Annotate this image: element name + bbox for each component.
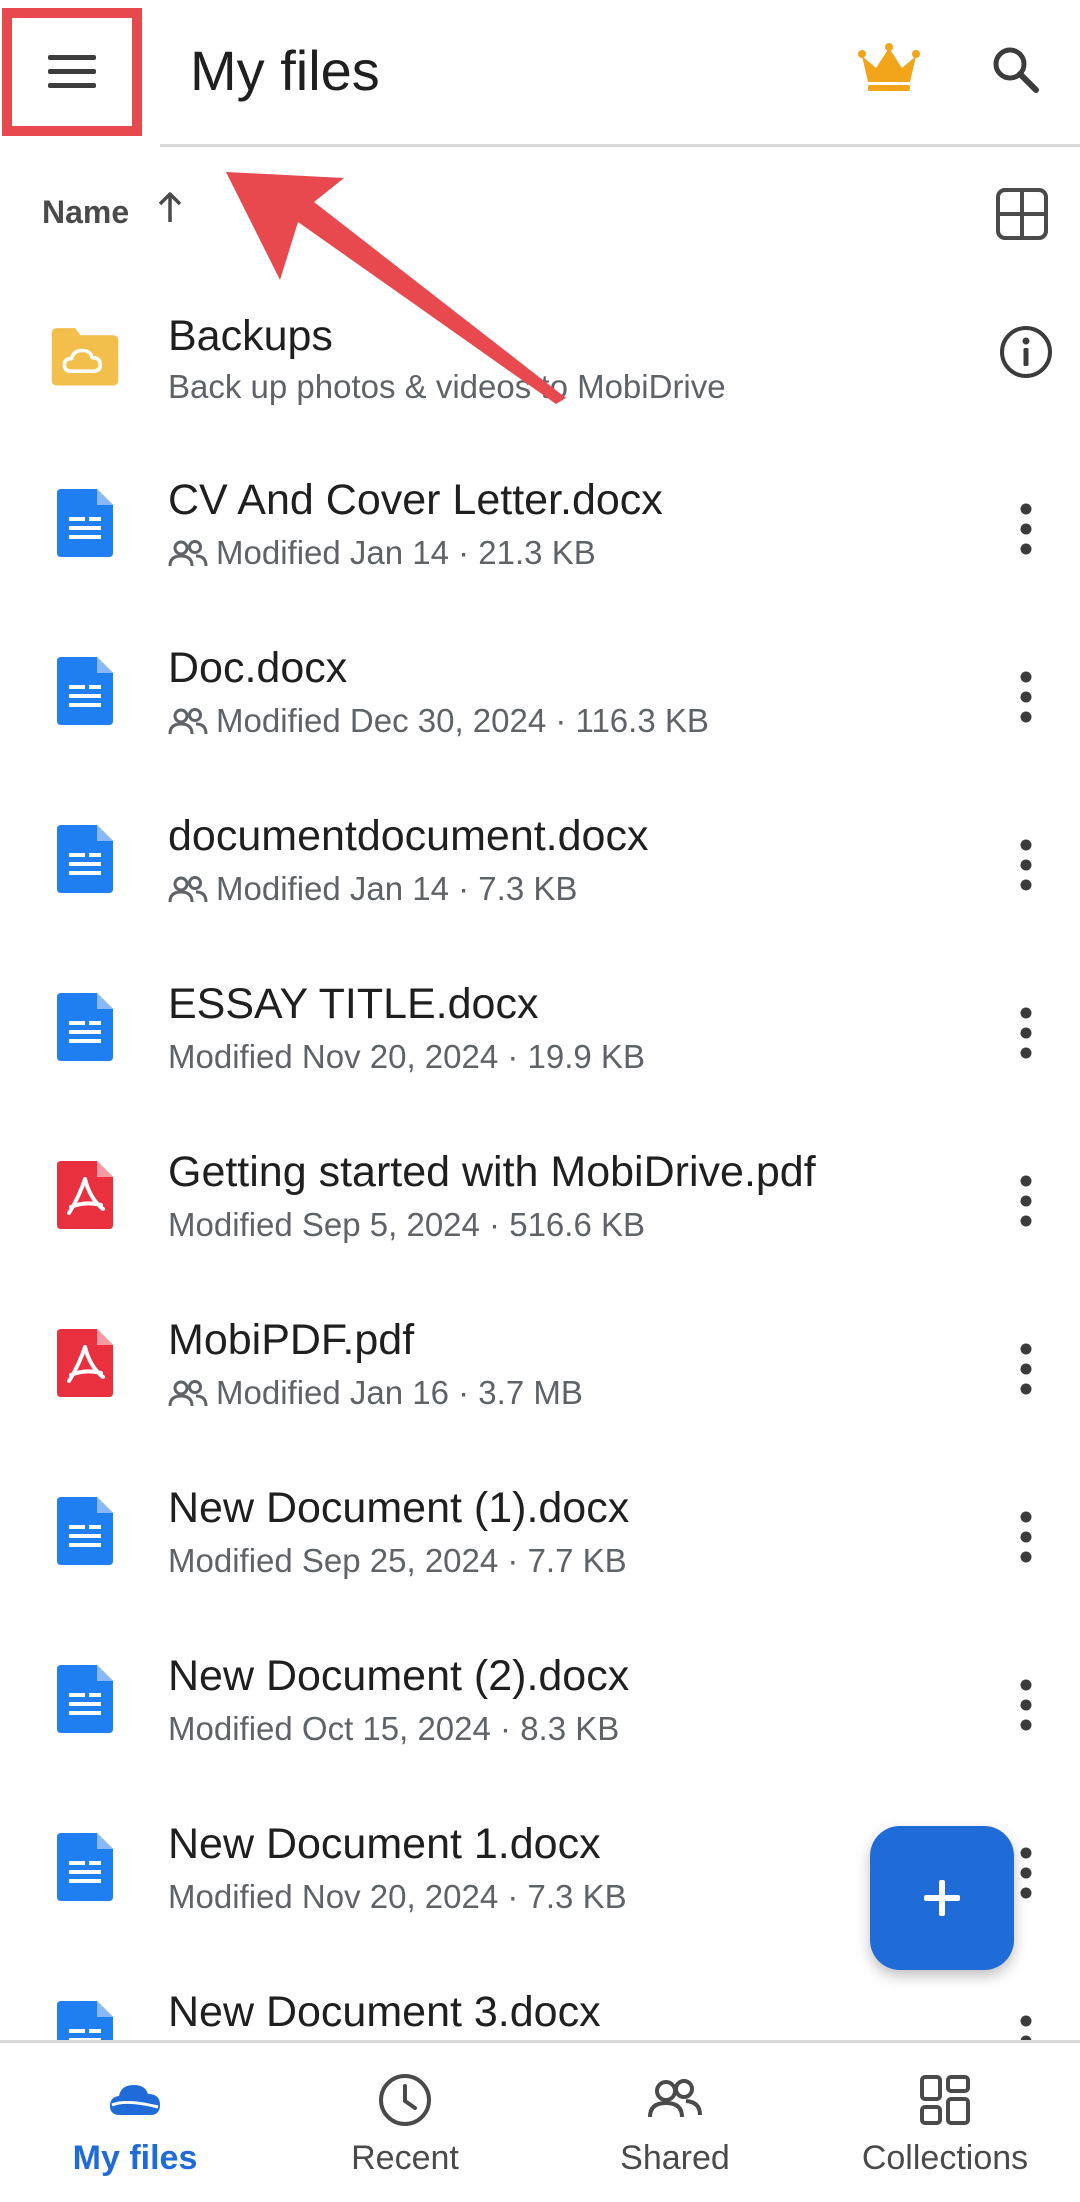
file-meta: Modified Dec 30, 2024 · 116.3 KB — [168, 702, 709, 740]
file-name: New Document 1.docx — [168, 1820, 601, 1868]
file-meta: Modified Oct 15, 2024 · 8.3 KB — [168, 1710, 619, 1748]
crown-icon[interactable] — [858, 42, 920, 92]
people-icon — [648, 2079, 702, 2118]
file-meta: Modified Jan 14 · 7.3 KB — [168, 870, 577, 908]
file-meta-text: Modified Oct 15, 2024 · 8.3 KB — [168, 1710, 620, 1747]
file-row[interactable]: Getting started with MobiDrive.pdf Modifi… — [0, 1112, 1080, 1280]
file-meta: Modified Nov 20, 2024 · 19.9 KB — [168, 1038, 645, 1076]
nav-label-shared: Shared — [620, 2139, 730, 2177]
file-row[interactable]: New Document (1).docx Modified Sep 25, 20… — [0, 1448, 1080, 1616]
collections-icon — [920, 2075, 970, 2125]
more-options-icon[interactable] — [1006, 494, 1046, 564]
file-row[interactable]: ESSAY TITLE.docx Modified Nov 20, 2024 · … — [0, 944, 1080, 1112]
file-meta-text: Modified Nov 20, 2024 · 19.9 KB — [168, 1038, 645, 1075]
plus-icon — [924, 1880, 960, 1916]
more-options-icon[interactable] — [1006, 1334, 1046, 1404]
backups-title: Backups — [168, 312, 333, 360]
top-app-bar: My files — [0, 0, 1080, 147]
backups-folder-row[interactable]: Backups Back up photos & videos to MobiD… — [0, 272, 1080, 440]
file-name: ESSAY TITLE.docx — [168, 980, 539, 1028]
file-name: CV And Cover Letter.docx — [168, 476, 663, 524]
nav-label-my-files: My files — [72, 2139, 198, 2177]
file-row[interactable]: documentdocument.docx Modified Jan 14 · 7… — [0, 776, 1080, 944]
more-options-icon[interactable] — [1006, 998, 1046, 1068]
info-icon[interactable] — [998, 324, 1054, 380]
sort-name-button[interactable]: Name — [42, 194, 129, 231]
hamburger-menu-icon — [48, 55, 96, 88]
shared-icon — [168, 540, 208, 567]
doc-file-icon — [50, 824, 120, 894]
file-row[interactable]: MobiPDF.pdf Modified Jan 16 · 3.7 MB — [0, 1280, 1080, 1448]
file-meta-text: Modified Sep 5, 2024 · 516.6 KB — [168, 1206, 645, 1243]
file-name: New Document 3.docx — [168, 1988, 601, 2036]
file-meta-text: Modified Jan 14 · 7.3 KB — [216, 870, 578, 907]
file-meta: Modified Nov 20, 2024 · 7.3 KB — [168, 1878, 627, 1916]
file-name: MobiPDF.pdf — [168, 1316, 415, 1364]
file-meta: Modified Sep 25, 2024 · 7.7 KB — [168, 1542, 627, 1580]
grid-view-icon[interactable] — [994, 186, 1050, 242]
more-options-icon[interactable] — [1006, 1670, 1046, 1740]
more-options-icon[interactable] — [1006, 1502, 1046, 1572]
cloud-icon — [110, 2085, 160, 2115]
file-meta-text: Modified Nov 20, 2024 · 7.3 KB — [168, 1878, 627, 1915]
file-name: documentdocument.docx — [168, 812, 649, 860]
clock-icon — [379, 2074, 431, 2126]
file-name: Doc.docx — [168, 644, 348, 692]
header-divider — [160, 144, 1080, 147]
bottom-navigation: My files Recent Shared Collections — [0, 2040, 1080, 2202]
file-row[interactable]: New Document (2).docx Modified Oct 15, 20… — [0, 1616, 1080, 1784]
page-title: My files — [190, 39, 380, 102]
nav-recent[interactable]: Recent — [270, 2071, 540, 2191]
backups-description: Back up photos & videos to MobiDrive — [168, 368, 726, 405]
file-meta: Modified Jan 16 · 3.7 MB — [168, 1374, 583, 1412]
shared-icon — [168, 1380, 208, 1407]
add-button[interactable] — [870, 1826, 1014, 1970]
search-icon[interactable] — [988, 42, 1044, 98]
nav-collections[interactable]: Collections — [810, 2071, 1080, 2191]
file-row[interactable]: CV And Cover Letter.docx Modified Jan 14 … — [0, 440, 1080, 608]
file-meta: Modified Jan 14 · 21.3 KB — [168, 534, 596, 572]
doc-file-icon — [50, 1496, 120, 1566]
file-row[interactable]: Doc.docx Modified Dec 30, 2024 · 116.3 KB — [0, 608, 1080, 776]
nav-my-files[interactable]: My files — [0, 2071, 270, 2191]
menu-button[interactable] — [2, 8, 142, 136]
pdf-file-icon — [50, 1160, 120, 1230]
more-options-icon[interactable] — [1006, 662, 1046, 732]
file-meta: Modified Sep 5, 2024 · 516.6 KB — [168, 1206, 645, 1244]
file-name: New Document (2).docx — [168, 1652, 630, 1700]
file-meta-text: Modified Jan 14 · 21.3 KB — [216, 534, 596, 571]
file-meta-text: Modified Dec 30, 2024 · 116.3 KB — [216, 702, 709, 739]
doc-file-icon — [50, 1832, 120, 1902]
arrow-up-icon[interactable] — [150, 188, 190, 228]
file-name: New Document (1).docx — [168, 1484, 630, 1532]
file-meta-text: Modified Jan 16 · 3.7 MB — [216, 1374, 583, 1411]
doc-file-icon — [50, 992, 120, 1062]
pdf-file-icon — [50, 1328, 120, 1398]
more-options-icon[interactable] — [1006, 830, 1046, 900]
file-meta-text: Modified Sep 25, 2024 · 7.7 KB — [168, 1542, 627, 1579]
shared-icon — [168, 876, 208, 903]
doc-file-icon — [50, 488, 120, 558]
nav-label-recent: Recent — [351, 2139, 459, 2177]
more-options-icon[interactable] — [1006, 1166, 1046, 1236]
shared-icon — [168, 708, 208, 735]
cloud-folder-icon — [50, 320, 120, 390]
doc-file-icon — [50, 1664, 120, 1734]
file-name: Getting started with MobiDrive.pdf — [168, 1148, 816, 1196]
sort-bar: Name — [0, 180, 1080, 240]
nav-shared[interactable]: Shared — [540, 2071, 810, 2191]
doc-file-icon — [50, 656, 120, 726]
nav-label-collections: Collections — [861, 2139, 1029, 2177]
